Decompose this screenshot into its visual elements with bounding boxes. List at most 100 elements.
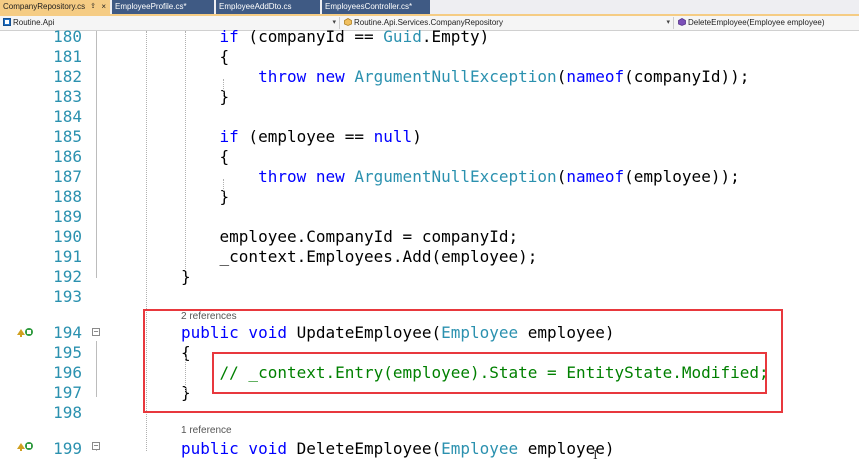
codelens-references[interactable]: 1 reference [181, 425, 232, 436]
line-number: 184 [53, 107, 82, 126]
code-token: (employee == [238, 127, 374, 146]
csharp-project-icon [3, 18, 11, 26]
tab-label: EmployeesController.cs* [325, 2, 413, 11]
code-token: _context.Employees.Add(employee); [181, 247, 538, 266]
code-text: if (employee == null) [181, 127, 422, 147]
tab-employee-profile[interactable]: EmployeeProfile.cs* [112, 0, 214, 14]
line-number: 189 [53, 207, 82, 226]
tab-employees-controller[interactable]: EmployeesController.cs* [322, 0, 430, 14]
code-text: throw new ArgumentNullException(nameof(e… [181, 167, 740, 187]
statement-highlight-box [212, 352, 767, 394]
override-arrow-icon[interactable] [16, 440, 34, 452]
override-arrow-icon[interactable] [16, 326, 34, 338]
code-line[interactable]: 183 } [0, 87, 859, 107]
line-number: 186 [53, 147, 82, 166]
code-token: nameof [566, 167, 625, 186]
member-label: DeleteEmployee(Employee employee) [688, 18, 825, 27]
line-number: 199 [53, 439, 82, 458]
code-token: public void [181, 439, 297, 458]
tab-employee-add-dto[interactable]: EmployeeAddDto.cs [216, 0, 320, 14]
code-token: Employee [441, 439, 519, 458]
code-text: employee.CompanyId = companyId; [181, 227, 519, 247]
code-token: if [219, 127, 239, 146]
code-line[interactable]: 181 { [0, 47, 859, 67]
outline-line [96, 31, 97, 278]
code-token: employee) [518, 439, 615, 458]
tab-strip: CompanyRepository.cs ⇪ × EmployeeProfile… [0, 0, 859, 16]
code-token: .Empty) [421, 27, 490, 46]
code-line[interactable]: 190 employee.CompanyId = companyId; [0, 227, 859, 247]
code-token: { [181, 47, 230, 66]
code-line[interactable]: 187 throw new ArgumentNullException(name… [0, 167, 859, 187]
close-icon[interactable]: × [101, 0, 106, 14]
code-token: (companyId)); [624, 67, 750, 86]
code-line[interactable]: 192} [0, 267, 859, 287]
collapse-minus-icon[interactable]: − [92, 442, 100, 450]
code-text: public void DeleteEmployee(Employee empl… [181, 439, 614, 459]
code-text: { [181, 47, 230, 67]
method-icon [678, 18, 686, 26]
tab-company-repository[interactable]: CompanyRepository.cs ⇪ × [0, 0, 110, 14]
code-token: nameof [566, 67, 625, 86]
line-number: 195 [53, 343, 82, 362]
code-token: throw new [258, 67, 355, 86]
tab-label: EmployeeProfile.cs* [115, 2, 187, 11]
code-token: } [181, 87, 230, 106]
line-number: 182 [53, 67, 82, 86]
code-token: ArgumentNullException [354, 167, 557, 186]
code-text: } [181, 187, 230, 207]
code-token: throw new [258, 167, 355, 186]
indent-guide [223, 179, 224, 195]
code-line[interactable]: 199 public void DeleteEmployee(Employee e… [0, 439, 859, 459]
indent-guide [223, 79, 224, 95]
code-line[interactable]: 180 if (companyId == Guid.Empty) [0, 27, 859, 47]
code-text: if (companyId == Guid.Empty) [181, 27, 490, 47]
code-token: DeleteEmployee( [296, 439, 442, 458]
line-number: 197 [53, 383, 82, 402]
line-number: 187 [53, 167, 82, 186]
line-number: 183 [53, 87, 82, 106]
pin-icon[interactable]: ⇪ [90, 0, 96, 14]
line-number: 191 [53, 247, 82, 266]
code-token: (employee)); [624, 167, 740, 186]
code-line[interactable]: 184 [0, 107, 859, 127]
collapse-minus-icon[interactable]: − [92, 328, 100, 336]
code-token: ( [556, 167, 567, 186]
code-text: } [181, 87, 230, 107]
line-number: 180 [53, 27, 82, 46]
line-number: 192 [53, 267, 82, 286]
line-number: 193 [53, 287, 82, 306]
code-token: null [373, 127, 413, 146]
code-line[interactable]: 189 [0, 207, 859, 227]
line-number: 198 [53, 403, 82, 422]
line-number: 196 [53, 363, 82, 382]
outline-line [96, 341, 97, 397]
tab-label: EmployeeAddDto.cs [219, 2, 292, 11]
code-editor[interactable]: 199 public void DeleteEmployee(Employee e… [0, 27, 859, 462]
code-line[interactable]: 188 } [0, 187, 859, 207]
indent-guide [185, 31, 186, 271]
class-label: Routine.Api.Services.CompanyRepository [354, 18, 503, 27]
code-text: _context.Employees.Add(employee); [181, 247, 538, 267]
code-line[interactable]: 185 if (employee == null) [0, 127, 859, 147]
code-token: ( [556, 67, 567, 86]
tab-label: CompanyRepository.cs [3, 2, 86, 11]
code-line[interactable]: 186 { [0, 147, 859, 167]
line-number: 181 [53, 47, 82, 66]
code-token: { [181, 147, 230, 166]
code-line[interactable]: 182 throw new ArgumentNullException(name… [0, 67, 859, 87]
code-line[interactable]: 191 _context.Employees.Add(employee); [0, 247, 859, 267]
code-text: throw new ArgumentNullException(nameof(c… [181, 67, 749, 87]
code-line[interactable]: 193 [0, 287, 859, 307]
line-number: 194 [53, 323, 82, 342]
class-icon [344, 18, 352, 26]
code-token: ) [412, 127, 422, 146]
code-token: if [219, 27, 239, 46]
code-token: } [181, 187, 230, 206]
code-token: (companyId == [238, 27, 384, 46]
code-token: Guid [383, 27, 422, 46]
